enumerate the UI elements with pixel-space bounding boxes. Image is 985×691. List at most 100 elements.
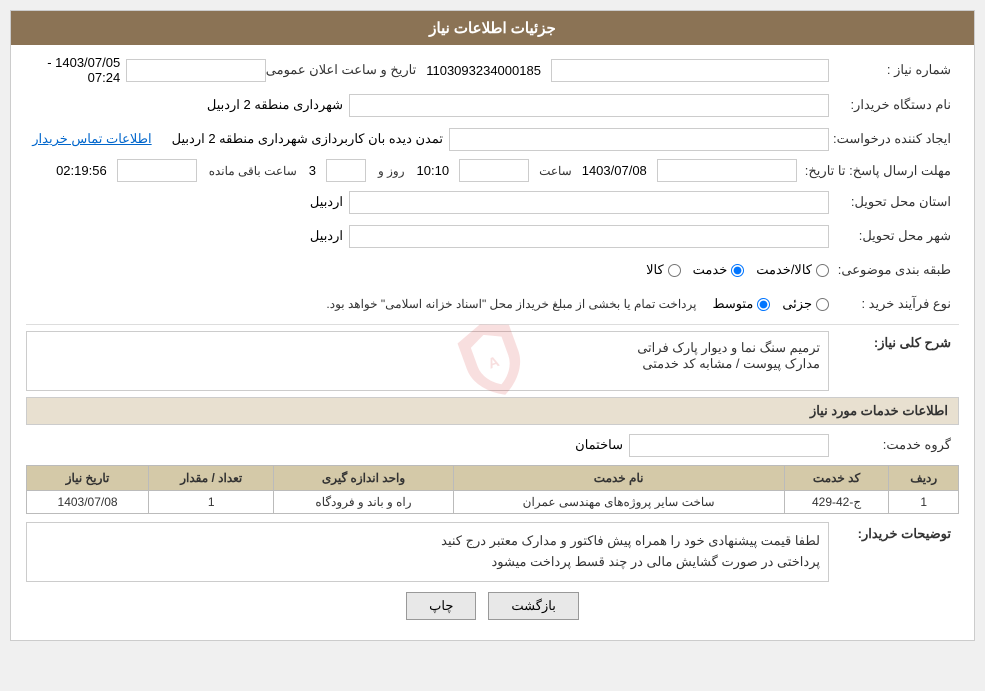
deadline-date-value: 1403/07/08 — [582, 163, 651, 178]
description-line1: ترمیم سنگ نما و دیوار پارک فراتی — [35, 340, 820, 356]
divider1 — [26, 324, 959, 325]
buyer-org-label: نام دستگاه خریدار: — [829, 97, 959, 113]
deadline-days-value: 3 — [309, 163, 320, 178]
deadline-time-input — [459, 159, 529, 182]
province-row: استان محل تحویل: اردبیل — [26, 188, 959, 216]
need-number-input — [551, 59, 829, 82]
city-row: شهر محل تحویل: اردبیل — [26, 222, 959, 250]
deadline-remaining-value: 02:19:56 — [56, 163, 111, 178]
deadline-remaining-label: ساعت باقی مانده — [203, 164, 303, 178]
category-kala-radio[interactable] — [668, 264, 681, 277]
main-container: جزئیات اطلاعات نیاز شماره نیاز : 1103093… — [10, 10, 975, 641]
deadline-remaining-input — [117, 159, 197, 182]
city-label: شهر محل تحویل: — [829, 228, 959, 244]
deadline-date-input — [657, 159, 797, 182]
province-input — [349, 191, 829, 214]
service-group-input — [629, 434, 829, 457]
cell-need-date: 1403/07/08 — [27, 491, 149, 514]
city-value: اردبیل — [310, 228, 349, 244]
page-header: جزئیات اطلاعات نیاز — [11, 11, 974, 45]
content-area: شماره نیاز : 1103093234000185 تاریخ و سا… — [11, 45, 974, 640]
buyer-notes-label: توضیحات خریدار: — [829, 526, 959, 542]
purchase-type-row: نوع فرآیند خرید : جزئی متوسط پرداخت تمام… — [26, 290, 959, 318]
creator-row: ایجاد کننده درخواست: تمدن دیده بان کاربر… — [26, 125, 959, 153]
col-service-name: نام خدمت — [453, 466, 784, 491]
cell-service-code: ج-42-429 — [784, 491, 889, 514]
category-kala-khedmat-item[interactable]: کالا/خدمت — [756, 262, 829, 278]
col-unit: واحد اندازه گیری — [274, 466, 453, 491]
buyer-org-input — [349, 94, 829, 117]
table-row: 1 ج-42-429 ساخت سایر پروژه‌های مهندسی عم… — [27, 491, 959, 514]
print-button[interactable]: چاپ — [406, 592, 476, 620]
category-kala-khedmat-radio[interactable] — [816, 264, 829, 277]
purchase-type-jozee-label: جزئی — [782, 296, 812, 312]
contact-link[interactable]: اطلاعات تماس خریدار — [32, 131, 151, 146]
cell-row-num: 1 — [889, 491, 959, 514]
deadline-time-value: 10:10 — [417, 163, 454, 178]
service-group-row: گروه خدمت: ساختمان — [26, 431, 959, 459]
services-table: ردیف کد خدمت نام خدمت واحد اندازه گیری ت… — [26, 465, 959, 514]
announce-date-input — [126, 59, 266, 82]
page-title: جزئیات اطلاعات نیاز — [429, 20, 556, 37]
col-service-code: کد خدمت — [784, 466, 889, 491]
purchase-type-jozee-item[interactable]: جزئی — [782, 296, 829, 312]
need-number-label: شماره نیاز : — [829, 62, 959, 78]
col-need-date: تاریخ نیاز — [27, 466, 149, 491]
need-number-value: 1103093234000185 — [426, 63, 551, 78]
description-line2: مدارک پیوست / مشابه کد خدمتی — [35, 356, 820, 372]
province-label: استان محل تحویل: — [829, 194, 959, 210]
service-group-label: گروه خدمت: — [829, 437, 959, 453]
deadline-days-input — [326, 159, 366, 182]
purchase-type-note: پرداخت تمام یا بخشی از مبلغ خریداز محل "… — [326, 297, 696, 311]
purchase-type-motavasset-label: متوسط — [712, 296, 753, 312]
description-label: شرح کلی نیاز: — [829, 335, 959, 351]
category-khedmat-label: خدمت — [693, 262, 728, 278]
services-table-header: ردیف کد خدمت نام خدمت واحد اندازه گیری ت… — [27, 466, 959, 491]
description-box: ترمیم سنگ نما و دیوار پارک فراتی مدارک پ… — [26, 331, 829, 391]
buyer-org-row: نام دستگاه خریدار: شهرداری منطقه 2 اردبی… — [26, 91, 959, 119]
category-kala-khedmat-label: کالا/خدمت — [756, 262, 812, 278]
purchase-type-label: نوع فرآیند خرید : — [829, 296, 959, 312]
category-label: طبقه بندی موضوعی: — [829, 262, 959, 278]
creator-value: تمدن دیده بان کاربردازی شهرداری منطقه 2 … — [172, 131, 449, 147]
category-radio-group: کالا/خدمت خدمت کالا — [646, 262, 829, 278]
creator-label: ایجاد کننده درخواست: — [829, 131, 959, 147]
deadline-days-label: روز و — [372, 164, 411, 178]
need-number-row: شماره نیاز : 1103093234000185 تاریخ و سا… — [26, 55, 959, 85]
category-khedmat-item[interactable]: خدمت — [693, 262, 745, 278]
buyer-notes-row: توضیحات خریدار: لطفا قیمت پیشنهادی خود ر… — [26, 522, 959, 582]
category-kala-label: کالا — [646, 262, 664, 278]
cell-service-name: ساخت سایر پروژه‌های مهندسی عمران — [453, 491, 784, 514]
category-khedmat-radio[interactable] — [731, 264, 744, 277]
purchase-type-radio-group: جزئی متوسط — [712, 296, 829, 312]
announce-date-label: تاریخ و ساعت اعلان عمومی: — [266, 62, 426, 78]
description-section: A شرح کلی نیاز: ترمیم سنگ نما و دیوار پا… — [26, 331, 959, 391]
purchase-type-motavasset-radio[interactable] — [757, 298, 770, 311]
cell-unit: راه و باند و فرودگاه — [274, 491, 453, 514]
buyer-notes-line1: لطفا قیمت پیشنهادی خود را همراه پیش فاکت… — [35, 531, 820, 552]
deadline-parts: 1403/07/08 ساعت 10:10 روز و 3 ساعت باقی … — [56, 159, 797, 182]
province-value: اردبیل — [310, 194, 349, 210]
buyer-notes-line2: پرداختی در صورت گشایش مالی در چند قسط پر… — [35, 552, 820, 573]
back-button[interactable]: بازگشت — [488, 592, 578, 620]
buyer-org-value: شهرداری منطقه 2 اردبیل — [207, 97, 349, 113]
buttons-row: بازگشت چاپ — [26, 592, 959, 630]
purchase-type-motavasset-item[interactable]: متوسط — [712, 296, 770, 312]
category-row: طبقه بندی موضوعی: کالا/خدمت خدمت کالا — [26, 256, 959, 284]
purchase-type-jozee-radio[interactable] — [816, 298, 829, 311]
deadline-label: مهلت ارسال پاسخ: تا تاریخ: — [805, 163, 959, 179]
cell-quantity: 1 — [149, 491, 274, 514]
deadline-row: مهلت ارسال پاسخ: تا تاریخ: 1403/07/08 سا… — [26, 159, 959, 182]
col-row-num: ردیف — [889, 466, 959, 491]
services-section-title: اطلاعات خدمات مورد نیاز — [26, 397, 959, 425]
category-kala-item[interactable]: کالا — [646, 262, 681, 278]
creator-input — [449, 128, 829, 151]
deadline-time-label: ساعت — [535, 164, 576, 178]
col-quantity: تعداد / مقدار — [149, 466, 274, 491]
buyer-notes-box: لطفا قیمت پیشنهادی خود را همراه پیش فاکت… — [26, 522, 829, 582]
service-group-value: ساختمان — [575, 437, 629, 453]
page-wrapper: جزئیات اطلاعات نیاز شماره نیاز : 1103093… — [0, 0, 985, 651]
description-row: شرح کلی نیاز: ترمیم سنگ نما و دیوار پارک… — [26, 331, 959, 391]
announce-date-value: 1403/07/05 - 07:24 — [26, 55, 126, 85]
city-input — [349, 225, 829, 248]
